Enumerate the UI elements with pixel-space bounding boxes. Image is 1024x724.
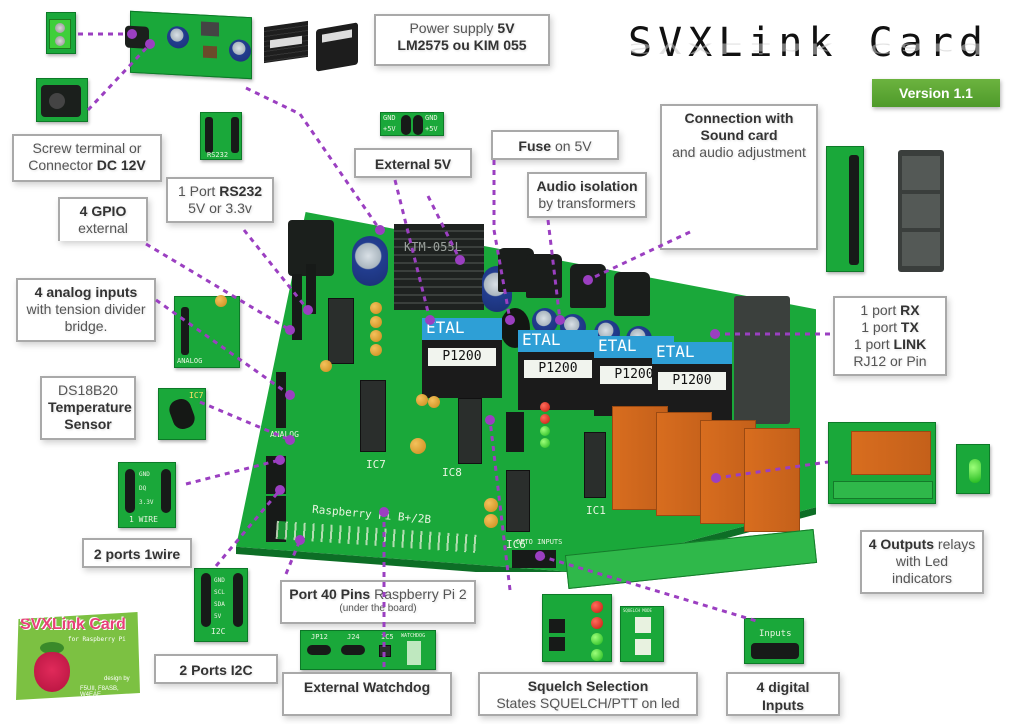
line-gpio: [145, 242, 291, 332]
line-fuse: [492, 160, 512, 321]
line-onewire: [185, 458, 281, 486]
line-relays: [715, 460, 829, 480]
line-audio-isolation-2: [393, 179, 432, 321]
line-i2c: [214, 489, 282, 567]
line-audio-isolation: [546, 219, 562, 321]
line-sound-card: [587, 230, 691, 282]
line-digital-inputs: [539, 554, 761, 624]
line-port40: [284, 539, 302, 575]
line-squelch: [488, 419, 512, 591]
line-analog: [155, 298, 291, 397]
line-power-supply: [245, 86, 382, 231]
line-rs232: [242, 229, 310, 311]
line-temperature: [199, 400, 291, 442]
line-dc-jack: [86, 42, 152, 112]
connector-lines: [78, 29, 830, 672]
line-external-5v: [426, 195, 462, 261]
